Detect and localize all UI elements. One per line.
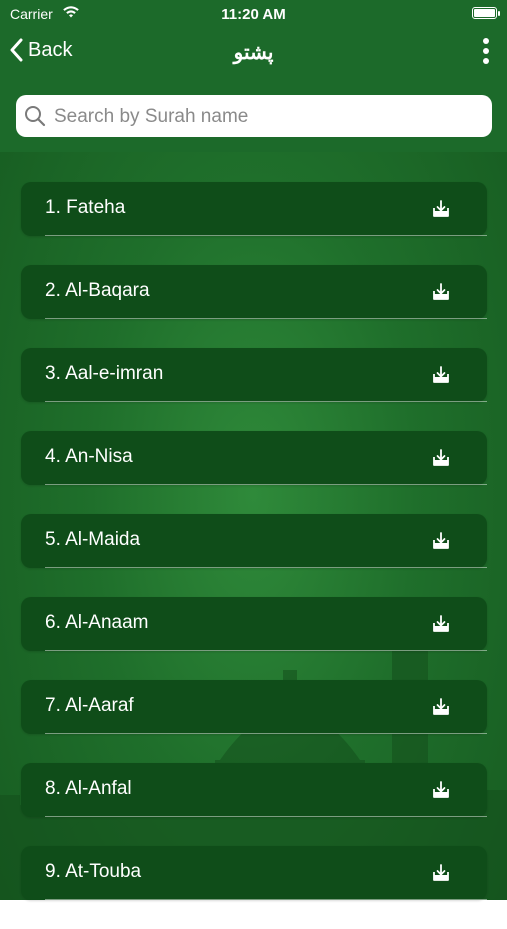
status-bar: Carrier 11:20 AM [0,0,507,28]
surah-list-item[interactable]: 3. Aal-e-imran [21,348,487,402]
surah-name: 7. Al-Aaraf [45,695,134,716]
surah-list: 1. Fateha 2. Al-Baqara 3. Aal-e-imran 4.… [21,182,487,929]
download-icon[interactable] [432,864,450,882]
download-icon[interactable] [432,532,450,550]
navigation-bar: Back پشتو [0,30,507,76]
surah-name: 1. Fateha [45,197,126,218]
download-icon[interactable] [432,200,450,218]
surah-name: 9. At-Touba [45,861,142,882]
download-icon[interactable] [432,366,450,384]
surah-name: 3. Aal-e-imran [45,363,164,384]
page-title: پشتو [233,42,274,64]
surah-name: 4. An-Nisa [45,446,133,467]
surah-list-item[interactable]: 9. At-Touba [21,846,487,900]
surah-list-item[interactable]: 6. Al-Anaam [21,597,487,651]
download-icon[interactable] [432,449,450,467]
item-divider [45,484,487,485]
status-time: 11:20 AM [221,6,286,23]
search-bar [16,95,492,139]
more-vertical-icon[interactable] [481,36,491,68]
surah-list-item[interactable]: 4. An-Nisa [21,431,487,485]
item-divider [45,235,487,236]
search-icon [25,106,46,127]
download-icon[interactable] [432,615,450,633]
surah-list-item[interactable]: 2. Al-Baqara [21,265,487,319]
battery-icon [472,7,500,19]
item-divider [45,816,487,817]
surah-name: 8. Al-Anfal [45,778,132,799]
surah-list-item[interactable]: 8. Al-Anfal [21,763,487,817]
surah-list-item[interactable]: 1. Fateha [21,182,487,236]
download-icon[interactable] [432,781,450,799]
surah-name: 2. Al-Baqara [45,280,150,301]
surah-name: 6. Al-Anaam [45,612,149,633]
item-divider [45,650,487,651]
surah-name: 5. Al-Maida [45,529,141,550]
surah-list-item[interactable]: 7. Al-Aaraf [21,680,487,734]
item-divider [45,733,487,734]
search-input[interactable] [52,95,486,139]
download-icon[interactable] [432,698,450,716]
download-icon[interactable] [432,283,450,301]
surah-list-item[interactable]: 5. Al-Maida [21,514,487,568]
item-divider [45,318,487,319]
item-divider [45,401,487,402]
item-divider [45,567,487,568]
